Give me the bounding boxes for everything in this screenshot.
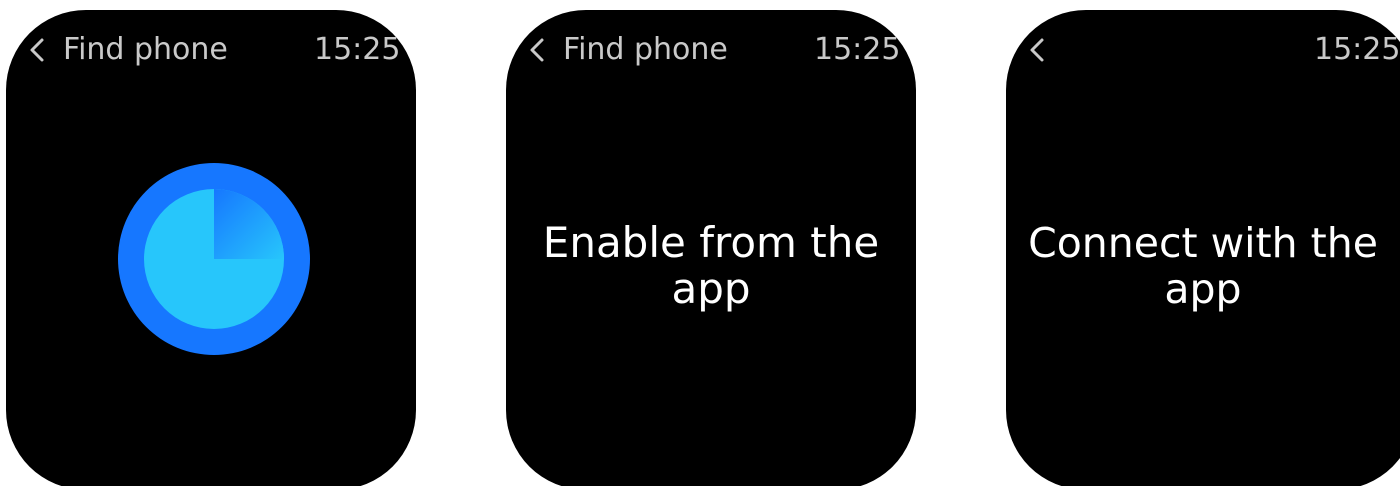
back-button[interactable]	[1026, 37, 1050, 63]
find-phone-radar-icon[interactable]	[118, 163, 310, 355]
watch-screen-find-phone-searching: Find phone 15:25	[6, 10, 416, 486]
screen-title: Find phone	[63, 32, 228, 67]
watch-screen-find-phone-disabled: Find phone 15:25 Enable from the app	[506, 10, 916, 486]
back-button[interactable]	[26, 37, 50, 63]
watch-screen-not-connected: 15:25 Connect with the app	[1006, 10, 1400, 486]
status-message: Enable from the app	[506, 220, 916, 312]
back-button[interactable]	[526, 37, 550, 63]
status-time: 15:25	[1314, 32, 1400, 67]
status-message: Connect with the app	[1006, 220, 1400, 312]
message-line: Connect with the	[1028, 219, 1378, 267]
chevron-left-icon	[530, 38, 544, 62]
status-time: 15:25	[314, 32, 401, 67]
chevron-left-icon	[1030, 38, 1044, 62]
screen-title: Find phone	[563, 32, 728, 67]
message-line: app	[671, 264, 751, 313]
message-line: app	[1164, 265, 1242, 313]
chevron-left-icon	[30, 38, 44, 62]
status-time: 15:25	[814, 32, 901, 67]
message-line: Enable from the	[542, 218, 880, 267]
